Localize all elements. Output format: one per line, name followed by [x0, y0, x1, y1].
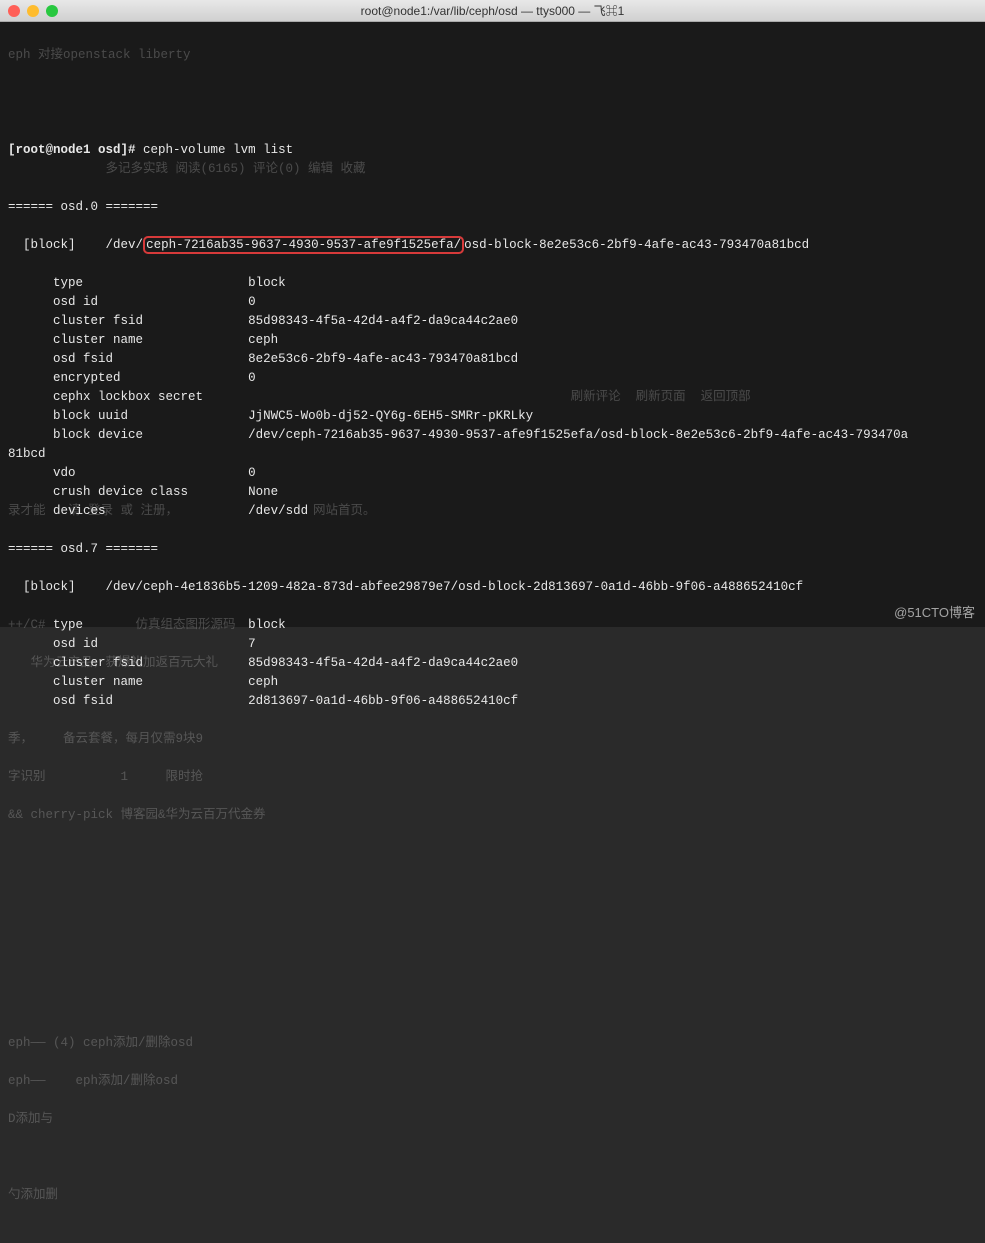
terminal-content[interactable]: eph 对接openstack liberty 多记多实践 阅读(6165) 评…: [0, 22, 985, 627]
block-path-prefix: /dev/: [106, 238, 144, 252]
row-label: block uuid: [53, 409, 128, 423]
maximize-icon[interactable]: [46, 5, 58, 17]
row-value: JjNWC5-Wo0b-dj52-QY6g-6EH5-SMRr-pKRLky: [248, 409, 533, 423]
row-value: 85d98343-4f5a-42d4-a4f2-da9ca44c2ae0: [248, 314, 518, 328]
row-value: 0: [248, 371, 256, 385]
block-path-suffix: osd-block-8e2e53c6-2bf9-4afe-ac43-793470…: [464, 238, 809, 252]
row-label: encrypted: [53, 371, 121, 385]
minimize-icon[interactable]: [27, 5, 39, 17]
row-label: devices: [53, 504, 106, 518]
window-titlebar: root@node1:/var/lib/ceph/osd — ttys000 —…: [0, 0, 985, 22]
traffic-lights: [8, 5, 58, 17]
osd7-header: ====== osd.7 =======: [8, 542, 158, 556]
row-value: 8e2e53c6-2bf9-4afe-ac43-793470a81bcd: [248, 352, 518, 366]
row-label: crush device class: [53, 485, 188, 499]
command-text: ceph-volume lvm list: [143, 143, 293, 157]
row-label: cluster name: [53, 333, 143, 347]
row-value: 7: [248, 637, 256, 651]
watermark: @51CTO博客: [894, 602, 975, 621]
row-value: 0: [248, 295, 256, 309]
window-title: root@node1:/var/lib/ceph/osd — ttys000 —…: [361, 2, 625, 19]
row-label: osd fsid: [53, 352, 113, 366]
row-label: type: [53, 618, 83, 632]
block-label: [block]: [23, 580, 76, 594]
block-label: [block]: [23, 238, 76, 252]
row-label: osd id: [53, 295, 98, 309]
row-value: 2d813697-0a1d-46bb-9f06-a488652410cf: [248, 694, 518, 708]
close-icon[interactable]: [8, 5, 20, 17]
row-label: cluster fsid: [53, 314, 143, 328]
row-value: block: [248, 276, 286, 290]
row-label: block device: [53, 428, 143, 442]
osd0-header: ====== osd.0 =======: [8, 200, 158, 214]
row-value: None: [248, 485, 278, 499]
row-label: cluster fsid: [53, 656, 143, 670]
row-value: ceph: [248, 675, 278, 689]
row-value: /dev/sdd: [248, 504, 308, 518]
row-value: block: [248, 618, 286, 632]
terminal-output: [root@node1 osd]# ceph-volume lvm list =…: [8, 122, 977, 730]
row-value: 85d98343-4f5a-42d4-a4f2-da9ca44c2ae0: [248, 656, 518, 670]
block-path: /dev/ceph-4e1836b5-1209-482a-873d-abfee2…: [106, 580, 804, 594]
row-value: /dev/ceph-7216ab35-9637-4930-9537-afe9f1…: [248, 428, 908, 442]
row-value: 0: [248, 466, 256, 480]
row-value-wrap: 81bcd: [8, 447, 46, 461]
row-label: vdo: [53, 466, 76, 480]
row-label: cluster name: [53, 675, 143, 689]
row-label: osd fsid: [53, 694, 113, 708]
row-value: ceph: [248, 333, 278, 347]
shell-prompt: [root@node1 osd]#: [8, 143, 136, 157]
row-label: cephx lockbox secret: [53, 390, 203, 404]
row-label: type: [53, 276, 83, 290]
row-label: osd id: [53, 637, 98, 651]
highlighted-vg-name: ceph-7216ab35-9637-4930-9537-afe9f1525ef…: [143, 236, 464, 254]
